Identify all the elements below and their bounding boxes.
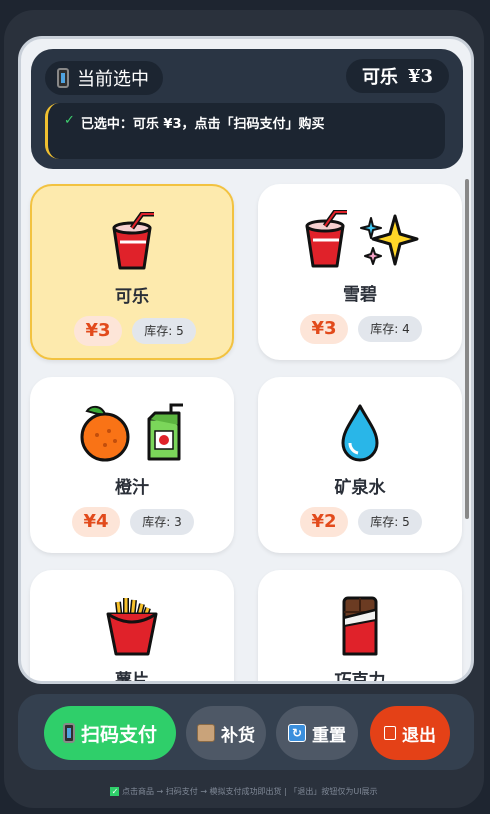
product-name: 矿泉水 xyxy=(334,478,386,498)
product-stock: 库存: 5 xyxy=(132,318,196,344)
product-card-orange-juice[interactable]: 橙汁 ¥4 库存: 3 xyxy=(30,377,234,553)
product-name: 雪碧 xyxy=(343,285,377,305)
exit-label: 退出 xyxy=(402,725,436,746)
orange-juice-box-icon xyxy=(30,401,234,465)
product-price: ¥3 xyxy=(74,316,122,346)
cup-sparkles-icon xyxy=(258,208,462,272)
product-price: ¥4 xyxy=(72,507,120,537)
restock-button[interactable]: 补货 xyxy=(186,706,266,760)
checkmark-icon: ✓ xyxy=(64,113,75,128)
current-selection-label: 当前选中 xyxy=(45,61,163,95)
footer-text: 点击商品 → 扫码支付 → 模拟支付成功即出货 | 「退出」按钮仅为UI展示 xyxy=(121,787,378,796)
box-icon xyxy=(197,724,215,742)
status-panel: 当前选中 可乐 ¥3 ✓ 已选中：可乐 ¥3，点击「扫码支付」购买 xyxy=(31,49,463,169)
hint-message: ✓ 已选中：可乐 ¥3，点击「扫码支付」购买 xyxy=(45,103,445,159)
product-name: 可乐 xyxy=(115,287,149,307)
checkbox-icon: ✓ xyxy=(110,787,120,796)
product-stock: 库存: 4 xyxy=(358,316,422,342)
footer-note: ✓ 点击商品 → 扫码支付 → 模拟支付成功即出货 | 「退出」按钮仅为UI展示 xyxy=(4,786,484,797)
vending-device: 当前选中 可乐 ¥3 ✓ 已选中：可乐 ¥3，点击「扫码支付」购买 可乐 ¥3 … xyxy=(4,10,484,808)
product-name: 橙汁 xyxy=(115,478,149,498)
selected-item-price: ¥3 xyxy=(407,65,433,87)
current-selection-text: 当前选中 xyxy=(77,69,149,90)
exit-button[interactable]: 退出 xyxy=(370,706,450,760)
droplet-icon xyxy=(258,401,462,465)
chocolate-icon xyxy=(258,594,462,658)
product-name: 巧克力 xyxy=(334,671,386,684)
exit-icon xyxy=(384,726,396,740)
cup-icon xyxy=(32,210,232,274)
product-stock: 库存: 3 xyxy=(130,509,194,535)
product-card-sprite[interactable]: 雪碧 ¥3 库存: 4 xyxy=(258,184,462,360)
scan-pay-label: 扫码支付 xyxy=(80,723,157,746)
product-screen: 当前选中 可乐 ¥3 ✓ 已选中：可乐 ¥3，点击「扫码支付」购买 可乐 ¥3 … xyxy=(18,36,474,684)
fries-icon xyxy=(30,594,234,658)
reset-button[interactable]: ↻ 重置 xyxy=(276,706,358,760)
restock-label: 补货 xyxy=(221,725,255,746)
selected-item-name: 可乐 xyxy=(361,67,398,88)
product-card-chocolate[interactable]: 巧克力 xyxy=(258,570,462,684)
product-card-mineral-water[interactable]: 矿泉水 ¥2 库存: 5 xyxy=(258,377,462,553)
refresh-icon: ↻ xyxy=(288,724,306,742)
product-price: ¥3 xyxy=(300,314,348,344)
product-card-cola[interactable]: 可乐 ¥3 库存: 5 xyxy=(30,184,234,360)
reset-label: 重置 xyxy=(312,725,346,746)
selected-item-display: 可乐 ¥3 xyxy=(345,59,449,93)
hint-text: 已选中：可乐 ¥3，点击「扫码支付」购买 xyxy=(80,117,325,132)
product-stock: 库存: 5 xyxy=(358,509,422,535)
phone-icon xyxy=(62,723,75,743)
product-price: ¥2 xyxy=(300,507,348,537)
action-toolbar: 扫码支付 补货 ↻ 重置 退出 xyxy=(18,694,474,770)
scrollbar[interactable] xyxy=(465,179,469,519)
scan-pay-button[interactable]: 扫码支付 xyxy=(44,706,176,760)
product-card-chips[interactable]: 薯片 xyxy=(30,570,234,684)
product-name: 薯片 xyxy=(115,671,149,684)
phone-icon xyxy=(57,68,69,88)
